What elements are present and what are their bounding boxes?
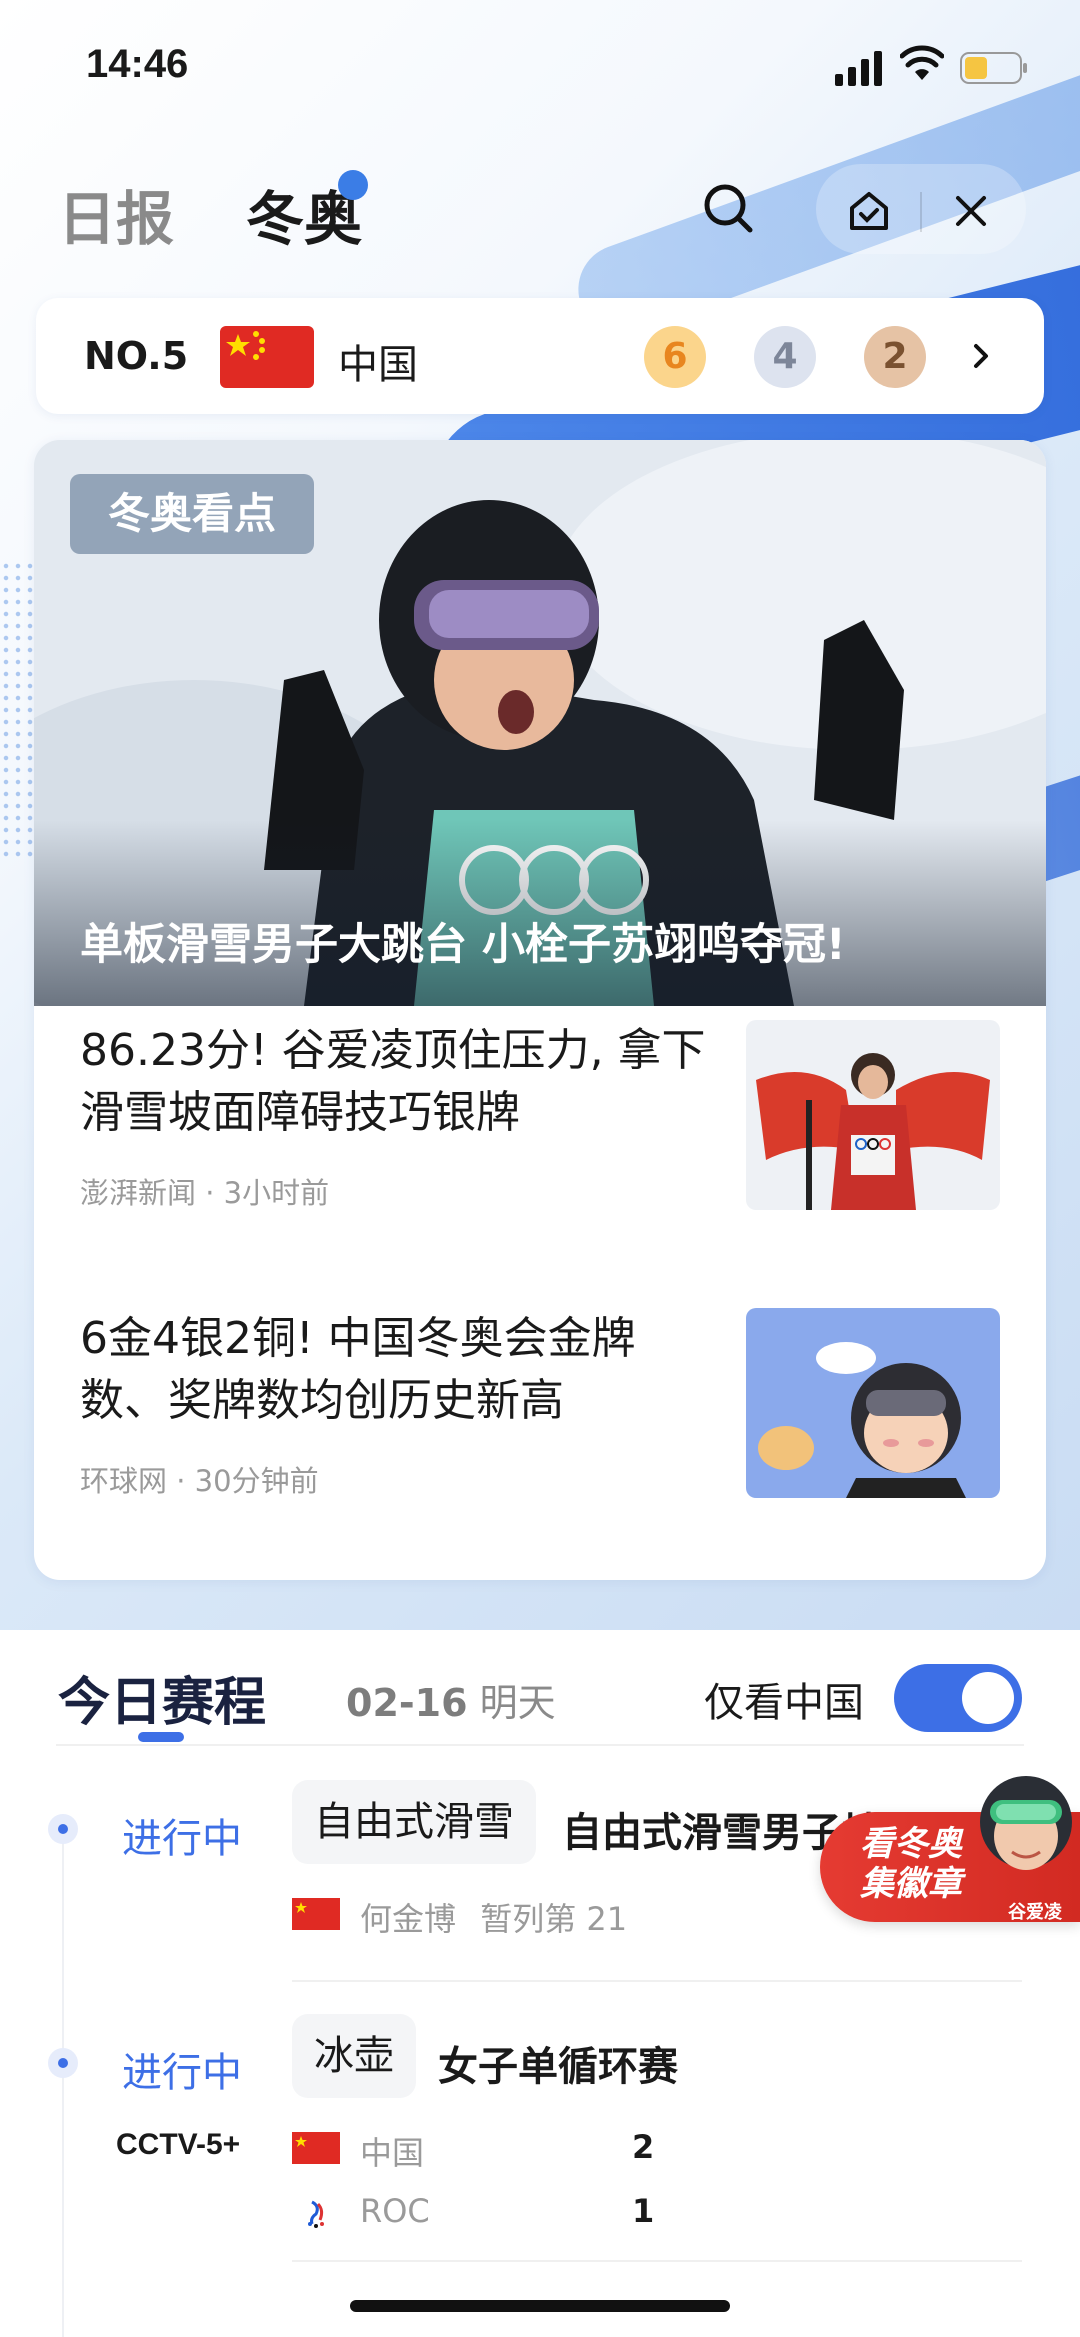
athlete-name: 何金博	[360, 1900, 457, 1938]
new-indicator-dot	[338, 170, 368, 200]
china-only-toggle[interactable]	[894, 1664, 1022, 1732]
hero-tag: 冬奥看点	[70, 474, 314, 554]
search-icon[interactable]	[700, 180, 756, 236]
sport-chip: 自由式滑雪	[292, 1780, 536, 1864]
tab-daily[interactable]: 日报	[58, 172, 174, 256]
tomorrow-label: 明天	[479, 1681, 556, 1725]
timeline-line	[62, 1830, 64, 2337]
china-only-label: 仅看中国	[704, 1680, 864, 1726]
home-icon[interactable]	[846, 188, 892, 234]
tv-channel: CCTV-5+	[116, 2128, 241, 2161]
chevron-right-icon[interactable]	[966, 338, 996, 374]
news-title: 86.23分! 谷爱凌顶住压力, 拿下滑雪坡面障碍技巧银牌	[80, 1025, 706, 1138]
divider	[56, 1744, 1024, 1746]
meta-separator: ·	[176, 1464, 195, 1498]
news-time: 3小时前	[223, 1176, 330, 1210]
top-nav: 日报 冬奥	[0, 150, 1080, 270]
signal-icon	[835, 51, 882, 86]
china-flag-icon	[292, 2132, 340, 2164]
tab-underline	[138, 1732, 184, 1742]
news-time: 30分钟前	[194, 1464, 319, 1498]
news-thumbnail	[746, 1308, 1000, 1498]
athlete-rank: 暂列第 21	[480, 1900, 628, 1938]
tab-tomorrow[interactable]: 02-16 明天	[346, 1672, 556, 1727]
battery-icon	[960, 52, 1027, 84]
event-name: 女子单循环赛	[438, 2044, 678, 2090]
hero-banner[interactable]: 冬奥看点 单板滑雪男子大跳台 小栓子苏翊鸣夺冠!	[34, 440, 1046, 1006]
timeline-dot	[48, 1814, 78, 1844]
tab-today-schedule[interactable]: 今日赛程	[58, 1660, 266, 1735]
china-flag-icon	[292, 1898, 340, 1930]
badge-athlete-name: 谷爱凌	[1008, 1902, 1062, 1923]
home-indicator	[350, 2300, 730, 2312]
news-item[interactable]: 6金4银2铜! 中国冬奥会金牌数、奖牌数均创历史新高 环球网 · 30分钟前	[34, 1308, 1046, 1558]
badge-line1: 看冬奥	[860, 1824, 962, 1864]
roc-emblem-icon	[292, 2192, 340, 2232]
sport-chip: 冰壶	[292, 2014, 416, 2098]
timeline-dot	[48, 2048, 78, 2078]
silver-medal-count: 4	[754, 326, 816, 388]
team-name: ROC	[360, 2192, 430, 2230]
country-name: 中国	[338, 342, 418, 388]
event-status: 进行中	[122, 1816, 242, 1862]
team-name: 中国	[360, 2134, 425, 2172]
wifi-icon	[900, 45, 944, 80]
schedule-section: 今日赛程 02-16 明天 仅看中国 进行中 自由式滑雪 自由式滑雪男子坡 何金…	[0, 1630, 1080, 2337]
tomorrow-date: 02-16	[346, 1681, 468, 1725]
hero-title: 单板滑雪男子大跳台 小栓子苏翊鸣夺冠!	[80, 920, 846, 970]
close-icon[interactable]	[950, 190, 992, 232]
news-item[interactable]: 86.23分! 谷爱凌顶住压力, 拿下滑雪坡面障碍技巧银牌 澎湃新闻 · 3小时…	[34, 1020, 1046, 1270]
news-meta: 澎湃新闻 · 3小时前	[80, 1170, 329, 1212]
badge-line2: 集徽章	[860, 1864, 962, 1904]
rank-text: NO.5	[84, 334, 189, 378]
divider	[292, 1980, 1022, 1982]
news-source: 环球网	[80, 1464, 168, 1498]
athlete-avatar-icon	[980, 1776, 1072, 1870]
collect-badges-float-button[interactable]: 看冬奥 集徽章 谷爱凌	[820, 1770, 1080, 1930]
news-source: 澎湃新闻	[80, 1176, 197, 1210]
result-text: 何金博 暂列第 21	[360, 1894, 627, 1940]
medal-table-bar[interactable]: NO.5 中国 6 4 2	[36, 298, 1044, 414]
status-time: 14:46	[86, 42, 189, 86]
status-bar: 14:46	[0, 0, 1080, 130]
bronze-medal-count: 2	[864, 326, 926, 388]
capsule-divider	[920, 192, 922, 232]
news-thumbnail	[746, 1020, 1000, 1210]
event-status: 进行中	[122, 2050, 242, 2096]
badge-text: 看冬奥 集徽章	[860, 1824, 962, 1904]
divider	[292, 2260, 1022, 2262]
toggle-knob	[962, 1672, 1014, 1724]
news-card: 冬奥看点 单板滑雪男子大跳台 小栓子苏翊鸣夺冠! 86.23分! 谷爱凌顶住压力…	[34, 440, 1046, 1580]
news-title: 6金4银2铜! 中国冬奥会金牌数、奖牌数均创历史新高	[80, 1313, 636, 1426]
team-score: 2	[632, 2128, 655, 2166]
china-flag-icon	[220, 326, 314, 388]
meta-separator: ·	[205, 1176, 224, 1210]
team-score: 1	[632, 2192, 655, 2230]
news-meta: 环球网 · 30分钟前	[80, 1458, 319, 1500]
gold-medal-count: 6	[644, 326, 706, 388]
